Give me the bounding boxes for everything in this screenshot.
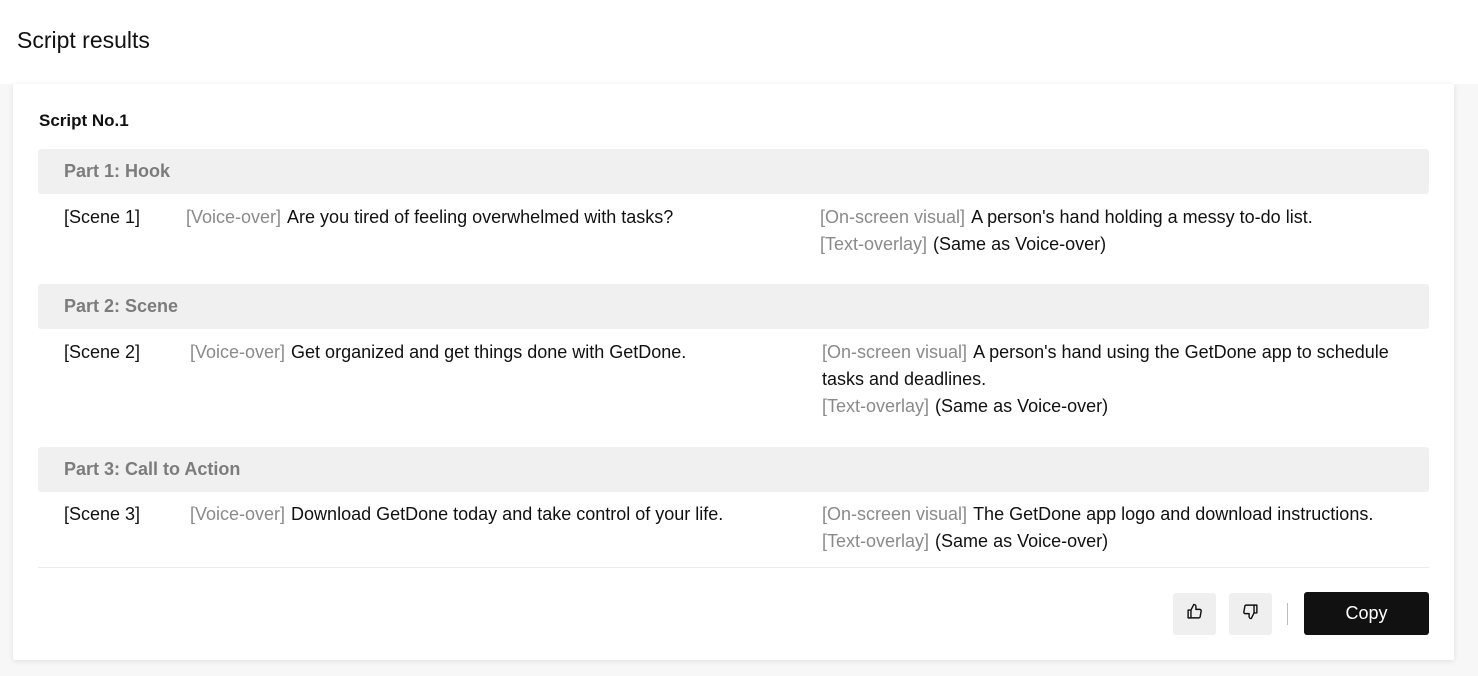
visual-block: [On-screen visual] A person's hand using … bbox=[822, 339, 1422, 420]
scene-label: [Scene 1] bbox=[64, 207, 141, 227]
script-title: Script No.1 bbox=[39, 111, 129, 130]
voice-over: [Voice-over] Download GetDone today and t… bbox=[190, 501, 723, 528]
text-overlay: [Text-overlay] (Same as Voice-over) bbox=[820, 231, 1420, 258]
voice-over-tag: [Voice-over] bbox=[190, 342, 286, 362]
text-overlay: [Text-overlay] (Same as Voice-over) bbox=[822, 528, 1422, 555]
on-screen-visual: [On-screen visual] The GetDone app logo a… bbox=[822, 501, 1422, 528]
voice-over-text: Are you tired of feeling overwhelmed wit… bbox=[287, 207, 674, 227]
visual-block: [On-screen visual] A person's hand holdin… bbox=[820, 204, 1420, 258]
script-card: Script No.1 Part 1: Hook [Scene 1] [Voic… bbox=[13, 84, 1454, 660]
text-overlay: [Text-overlay] (Same as Voice-over) bbox=[822, 393, 1422, 420]
on-screen-visual-tag: [On-screen visual] bbox=[822, 504, 968, 524]
page-title: Script results bbox=[17, 27, 150, 53]
voice-over: [Voice-over] Are you tired of feeling ove… bbox=[186, 204, 673, 231]
on-screen-visual-tag: [On-screen visual] bbox=[820, 207, 966, 227]
page-header: Script results bbox=[0, 0, 1478, 84]
on-screen-visual-tag: [On-screen visual] bbox=[822, 342, 968, 362]
voice-over-tag: [Voice-over] bbox=[190, 504, 286, 524]
scene-label: [Scene 3] bbox=[64, 504, 141, 524]
scene-label: [Scene 2] bbox=[64, 342, 141, 362]
text-overlay-tag: [Text-overlay] bbox=[822, 396, 930, 416]
voice-over-tag: [Voice-over] bbox=[186, 207, 282, 227]
thumbs-up-icon bbox=[1186, 603, 1203, 625]
on-screen-visual-text: A person's hand holding a messy to-do li… bbox=[971, 207, 1313, 227]
part-heading: Part 2: Scene bbox=[64, 296, 179, 316]
part-heading: Part 1: Hook bbox=[64, 161, 171, 181]
on-screen-visual: [On-screen visual] A person's hand holdin… bbox=[820, 204, 1420, 231]
copy-button[interactable]: Copy bbox=[1304, 592, 1429, 635]
voice-over: [Voice-over] Get organized and get things… bbox=[190, 339, 686, 366]
thumbs-down-icon bbox=[1242, 603, 1259, 625]
part-heading: Part 3: Call to Action bbox=[64, 459, 241, 479]
visual-block: [On-screen visual] The GetDone app logo a… bbox=[822, 501, 1422, 555]
button-separator bbox=[1287, 603, 1288, 625]
text-overlay-text: (Same as Voice-over) bbox=[933, 234, 1107, 254]
part-header: Part 2: Scene bbox=[38, 284, 1429, 329]
on-screen-visual-text: The GetDone app logo and download instru… bbox=[973, 504, 1374, 524]
voice-over-text: Get organized and get things done with G… bbox=[291, 342, 687, 362]
like-button[interactable] bbox=[1173, 593, 1216, 635]
part-header: Part 1: Hook bbox=[38, 149, 1429, 194]
on-screen-visual: [On-screen visual] A person's hand using … bbox=[822, 339, 1422, 393]
text-overlay-text: (Same as Voice-over) bbox=[935, 396, 1109, 416]
dislike-button[interactable] bbox=[1229, 593, 1272, 635]
text-overlay-text: (Same as Voice-over) bbox=[935, 531, 1109, 551]
text-overlay-tag: [Text-overlay] bbox=[822, 531, 930, 551]
divider bbox=[38, 567, 1429, 568]
part-header: Part 3: Call to Action bbox=[38, 447, 1429, 492]
text-overlay-tag: [Text-overlay] bbox=[820, 234, 928, 254]
voice-over-text: Download GetDone today and take control … bbox=[291, 504, 724, 524]
